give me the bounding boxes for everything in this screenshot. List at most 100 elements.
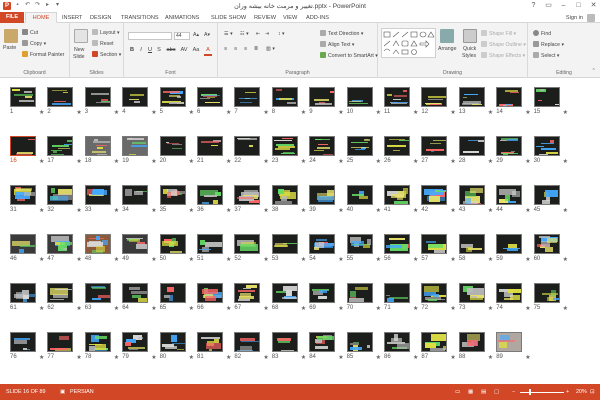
slide-thumbnail[interactable]: 57 ★ bbox=[421, 234, 456, 263]
zoom-slider[interactable] bbox=[520, 391, 564, 393]
transition-star-icon[interactable]: ★ bbox=[525, 109, 530, 116]
transition-star-icon[interactable]: ★ bbox=[376, 256, 381, 263]
account-avatar[interactable] bbox=[587, 14, 595, 22]
slide-thumbnail[interactable]: 21 ★ bbox=[197, 136, 231, 165]
slide-thumbnail[interactable]: 18 ★ bbox=[84, 136, 119, 165]
slide-thumbnail[interactable]: 5 ★ bbox=[159, 87, 194, 116]
slide-thumbnail[interactable]: 9 ★ bbox=[309, 87, 344, 116]
transition-star-icon[interactable]: ★ bbox=[76, 305, 81, 312]
slide-thumbnail[interactable]: 4 ★ bbox=[122, 87, 157, 116]
tab-add-ins[interactable]: ADD-INS bbox=[306, 13, 329, 23]
slide-thumbnail[interactable]: 22 ★ bbox=[234, 136, 269, 165]
find-button[interactable]: Find bbox=[533, 30, 551, 38]
slide-thumbnail[interactable]: 14 ★ bbox=[496, 87, 531, 116]
shadow-button[interactable]: S bbox=[155, 46, 163, 54]
columns-icon[interactable]: ▥ ▾ bbox=[266, 46, 275, 53]
transition-star-icon[interactable]: ★ bbox=[189, 354, 194, 361]
transition-star-icon[interactable]: ★ bbox=[525, 354, 530, 361]
minimize-icon[interactable]: – bbox=[559, 1, 568, 10]
layout-button[interactable]: Layout ▾ bbox=[92, 29, 120, 37]
align-text-button[interactable]: Align Text ▾ bbox=[320, 41, 354, 49]
tab-home[interactable]: HOME bbox=[25, 12, 57, 23]
slide-thumbnail[interactable]: 8 ★ bbox=[271, 87, 306, 116]
font-color-button[interactable]: A bbox=[204, 46, 212, 56]
transition-star-icon[interactable]: ★ bbox=[563, 207, 568, 214]
char-spacing-button[interactable]: AV bbox=[179, 46, 189, 54]
slide-thumbnail[interactable]: 77 ★ bbox=[47, 332, 82, 361]
slide-thumbnail[interactable]: 53 ★ bbox=[271, 234, 306, 263]
slide-thumbnail[interactable]: 42 ★ bbox=[421, 185, 456, 214]
slide-thumbnail[interactable]: 17 ★ bbox=[47, 136, 82, 165]
transition-star-icon[interactable]: ★ bbox=[39, 158, 44, 165]
arrange-icon[interactable] bbox=[440, 29, 454, 43]
transition-star-icon[interactable]: ★ bbox=[376, 158, 381, 165]
slide-thumbnail[interactable]: 45 ★ bbox=[533, 185, 568, 214]
align-right-icon[interactable]: ≡ bbox=[244, 46, 247, 53]
shapes-gallery[interactable] bbox=[381, 28, 436, 58]
transition-star-icon[interactable]: ★ bbox=[151, 305, 156, 312]
slide-thumbnail[interactable]: 50 ★ bbox=[159, 234, 194, 263]
slide-thumbnail[interactable]: 32 ★ bbox=[47, 185, 82, 214]
slide-thumbnail[interactable]: 73 ★ bbox=[458, 283, 493, 312]
transition-star-icon[interactable]: ★ bbox=[151, 256, 156, 263]
transition-star-icon[interactable]: ★ bbox=[151, 354, 156, 361]
language-indicator[interactable]: PERSIAN bbox=[70, 389, 94, 395]
slide-thumbnail[interactable]: 28 ★ bbox=[458, 136, 493, 165]
slide-thumbnail[interactable]: 33 ★ bbox=[84, 185, 119, 214]
slide-thumbnail[interactable]: 46 ★ bbox=[10, 234, 44, 263]
transition-star-icon[interactable]: ★ bbox=[450, 158, 455, 165]
bullets-icon[interactable]: ☰ ▾ bbox=[224, 31, 233, 38]
transition-star-icon[interactable]: ★ bbox=[525, 207, 530, 214]
maximize-icon[interactable]: □ bbox=[574, 1, 583, 10]
transition-star-icon[interactable]: ★ bbox=[39, 256, 44, 263]
transition-star-icon[interactable]: ★ bbox=[226, 158, 231, 165]
transition-star-icon[interactable]: ★ bbox=[450, 109, 455, 116]
slide-thumbnail[interactable]: 76 ★ bbox=[10, 332, 44, 361]
bold-button[interactable]: B bbox=[128, 46, 136, 54]
decrease-font-icon[interactable]: A▾ bbox=[204, 32, 210, 39]
slide-thumbnail[interactable]: 55 ★ bbox=[346, 234, 381, 263]
transition-star-icon[interactable]: ★ bbox=[338, 305, 343, 312]
slide-thumbnail[interactable]: 23 ★ bbox=[271, 136, 306, 165]
spell-check-icon[interactable]: ▣ bbox=[60, 389, 65, 395]
transition-star-icon[interactable]: ★ bbox=[338, 256, 343, 263]
slide-thumbnail[interactable]: 41 ★ bbox=[384, 185, 418, 214]
transition-star-icon[interactable]: ★ bbox=[525, 158, 530, 165]
transition-star-icon[interactable]: ★ bbox=[563, 109, 568, 116]
slideshow-view-icon[interactable]: ▢ bbox=[494, 389, 499, 395]
slide-thumbnail[interactable]: 81 ★ bbox=[197, 332, 231, 361]
slide-thumbnail[interactable]: 31 ★ bbox=[10, 185, 44, 214]
transition-star-icon[interactable]: ★ bbox=[114, 256, 119, 263]
slide-thumbnail[interactable]: 30 ★ bbox=[533, 136, 568, 165]
transition-star-icon[interactable]: ★ bbox=[301, 158, 306, 165]
transition-star-icon[interactable]: ★ bbox=[338, 207, 343, 214]
tab-transitions[interactable]: TRANSITIONS bbox=[121, 13, 159, 23]
transition-star-icon[interactable]: ★ bbox=[114, 158, 119, 165]
transition-star-icon[interactable]: ★ bbox=[488, 305, 493, 312]
transition-star-icon[interactable]: ★ bbox=[563, 305, 568, 312]
slide-thumbnail[interactable]: 3 ★ bbox=[84, 87, 119, 116]
transition-star-icon[interactable]: ★ bbox=[450, 354, 455, 361]
shape-effects-button[interactable]: Shape Effects ▾ bbox=[481, 52, 525, 60]
transition-star-icon[interactable]: ★ bbox=[76, 256, 81, 263]
slide-thumbnail[interactable]: 47 ★ bbox=[47, 234, 82, 263]
slide-thumbnail[interactable]: 86 ★ bbox=[384, 332, 418, 361]
italic-button[interactable]: I bbox=[137, 46, 145, 54]
transition-star-icon[interactable]: ★ bbox=[563, 158, 568, 165]
transition-star-icon[interactable]: ★ bbox=[413, 158, 418, 165]
transition-star-icon[interactable]: ★ bbox=[263, 109, 268, 116]
slide-thumbnail[interactable]: 49 ★ bbox=[122, 234, 157, 263]
slide-thumbnail[interactable]: 10 ★ bbox=[346, 87, 381, 116]
slide-thumbnail[interactable]: 66 ★ bbox=[197, 283, 231, 312]
new-slide-button[interactable]: New bbox=[74, 47, 84, 54]
transition-star-icon[interactable]: ★ bbox=[488, 207, 493, 214]
transition-star-icon[interactable]: ★ bbox=[189, 305, 194, 312]
transition-star-icon[interactable]: ★ bbox=[301, 109, 306, 116]
ribbon-display-icon[interactable]: ▭ bbox=[544, 1, 553, 10]
slide-thumbnail[interactable]: 68 ★ bbox=[271, 283, 306, 312]
slide-thumbnail[interactable]: 58 ★ bbox=[458, 234, 493, 263]
slide-thumbnail[interactable]: 43 ★ bbox=[458, 185, 493, 214]
slide-thumbnail[interactable]: 87 ★ bbox=[421, 332, 456, 361]
transition-star-icon[interactable]: ★ bbox=[413, 354, 418, 361]
strikethrough-button[interactable]: abc bbox=[164, 46, 178, 54]
